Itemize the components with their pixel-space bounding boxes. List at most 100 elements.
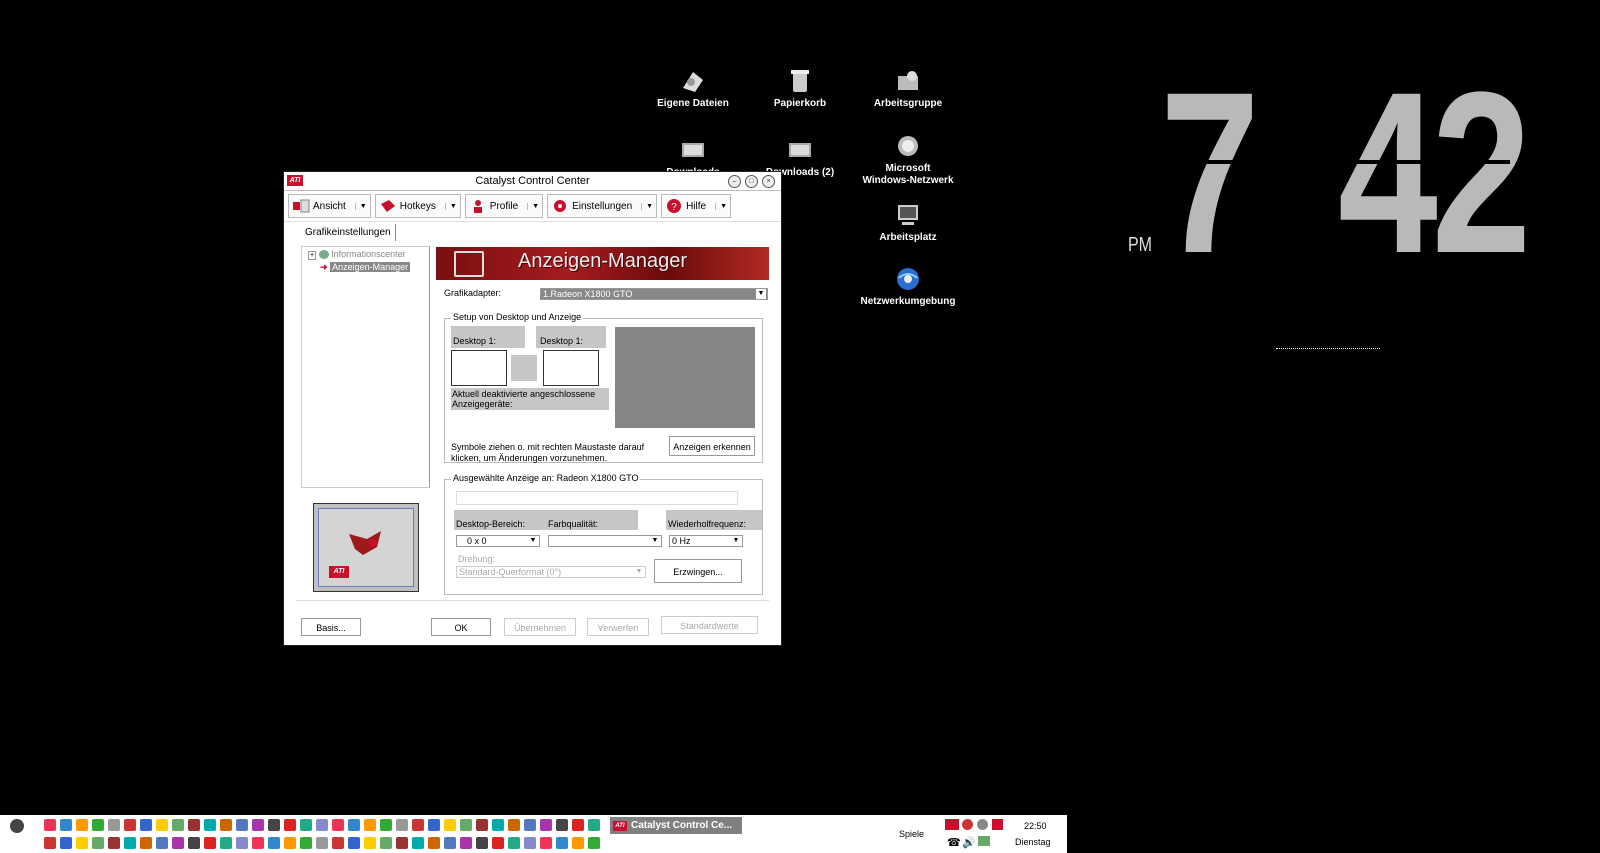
quicklaunch-icon[interactable] — [364, 837, 376, 849]
quicklaunch-icon[interactable] — [332, 837, 344, 849]
network-tray-icon[interactable] — [978, 836, 990, 846]
quicklaunch-icon[interactable] — [316, 819, 328, 831]
quicklaunch-icon[interactable] — [268, 819, 280, 831]
quicklaunch-icon[interactable] — [60, 819, 72, 831]
tray-icon[interactable] — [977, 819, 988, 830]
tray-icon[interactable] — [962, 819, 973, 830]
color-quality-select[interactable]: ▼ — [548, 535, 662, 547]
tray-time[interactable]: 22:50 — [1024, 821, 1047, 831]
quicklaunch-icon[interactable] — [444, 837, 456, 849]
desktop-icon-windows-netzwerk[interactable]: Microsoft Windows-Netzwerk — [853, 133, 963, 187]
quicklaunch-icon[interactable] — [316, 837, 328, 849]
basis-button[interactable]: Basis... — [301, 618, 361, 636]
quicklaunch-icon[interactable] — [44, 837, 56, 849]
close-icon[interactable]: × — [762, 175, 775, 188]
quicklaunch-icon[interactable] — [412, 837, 424, 849]
quicklaunch-icon[interactable] — [524, 819, 536, 831]
quicklaunch-icon[interactable] — [300, 837, 312, 849]
quicklaunch-icon[interactable] — [156, 819, 168, 831]
chevron-down-icon[interactable]: ▼ — [756, 289, 766, 299]
quicklaunch-icon[interactable] — [60, 837, 72, 849]
quicklaunch-icon[interactable] — [588, 837, 600, 849]
volume-icon[interactable]: 🔊 — [962, 836, 976, 849]
grafikadapter-select[interactable]: 1.Radeon X1800 GTO ▼ — [540, 288, 768, 300]
quicklaunch-icon[interactable] — [444, 819, 456, 831]
taskbar-item-catalyst[interactable]: ATI Catalyst Control Ce... — [610, 817, 742, 834]
quicklaunch-icon[interactable] — [492, 837, 504, 849]
quicklaunch-icon[interactable] — [204, 837, 216, 849]
tree-item-anzeigen-manager[interactable]: ➜ Anzeigen-Manager — [320, 262, 411, 273]
quicklaunch-icon[interactable] — [172, 837, 184, 849]
quicklaunch-icon[interactable] — [540, 819, 552, 831]
quicklaunch-icon[interactable] — [124, 837, 136, 849]
quicklaunch-icon[interactable] — [556, 837, 568, 849]
quicklaunch-icon[interactable] — [44, 819, 56, 831]
erzwingen-button[interactable]: Erzwingen... — [654, 559, 742, 583]
quicklaunch-icon[interactable] — [220, 819, 232, 831]
chevron-down-icon[interactable]: ▼ — [354, 202, 367, 210]
chevron-down-icon[interactable]: ▼ — [444, 202, 457, 210]
antivirus-icon[interactable] — [992, 819, 1003, 830]
tree-item-informationscenter[interactable]: + Informationscenter — [308, 249, 406, 260]
quicklaunch-icon[interactable] — [188, 837, 200, 849]
quicklaunch-icon[interactable] — [252, 837, 264, 849]
quicklaunch-icon[interactable] — [572, 837, 584, 849]
uebernehmen-button[interactable]: Übernehmen — [504, 618, 576, 636]
quicklaunch-icon[interactable] — [556, 819, 568, 831]
quicklaunch-icon[interactable] — [268, 837, 280, 849]
quicklaunch-icon[interactable] — [284, 819, 296, 831]
chevron-down-icon[interactable]: ▼ — [528, 536, 538, 546]
quicklaunch-icon[interactable] — [140, 837, 152, 849]
quicklaunch-icon[interactable] — [76, 837, 88, 849]
quicklaunch-icon[interactable] — [108, 819, 120, 831]
spiele-label[interactable]: Spiele — [899, 829, 924, 839]
desktop-2-slot[interactable] — [543, 350, 599, 386]
quicklaunch-icon[interactable] — [108, 837, 120, 849]
quicklaunch-icon[interactable] — [380, 819, 392, 831]
quicklaunch-icon[interactable] — [92, 819, 104, 831]
anzeigen-erkennen-button[interactable]: Anzeigen erkennen — [669, 436, 755, 456]
phone-icon[interactable]: ☎ — [947, 836, 961, 849]
quicklaunch-icon[interactable] — [76, 819, 88, 831]
quicklaunch-icon[interactable] — [428, 819, 440, 831]
quicklaunch-icon[interactable] — [332, 819, 344, 831]
quicklaunch-icon[interactable] — [508, 819, 520, 831]
desktop-1-slot[interactable] — [451, 350, 507, 386]
quicklaunch-icon[interactable] — [476, 819, 488, 831]
rotation-select[interactable]: Standard-Querformat (0°) ▼ — [456, 566, 646, 578]
chevron-down-icon[interactable]: ▼ — [527, 202, 539, 210]
ok-button[interactable]: OK — [431, 618, 491, 636]
quicklaunch-icon[interactable] — [412, 819, 424, 831]
desktop-area-select[interactable]: 0 x 0 ▼ — [456, 535, 540, 547]
desktop-icon-eigene-dateien[interactable]: Eigene Dateien — [638, 68, 748, 110]
verwerfen-button[interactable]: Verwerfen — [587, 618, 649, 636]
quicklaunch-icon[interactable] — [348, 837, 360, 849]
quicklaunch-icon[interactable] — [172, 819, 184, 831]
quicklaunch-icon[interactable] — [460, 837, 472, 849]
quicklaunch-icon[interactable] — [508, 837, 520, 849]
quicklaunch-icon[interactable] — [588, 819, 600, 831]
standardwerte-button[interactable]: Standardwerte — [661, 616, 758, 634]
tab-grafikeinstellungen[interactable]: Grafikeinstellungen — [301, 224, 396, 241]
tree-expander[interactable]: + — [308, 251, 317, 260]
quicklaunch-icon[interactable] — [396, 837, 408, 849]
quicklaunch-icon[interactable] — [140, 819, 152, 831]
quicklaunch-icon[interactable] — [156, 837, 168, 849]
chevron-down-icon[interactable]: ▼ — [634, 567, 644, 577]
quicklaunch-icon[interactable] — [300, 819, 312, 831]
quicklaunch-icon[interactable] — [428, 837, 440, 849]
refresh-rate-select[interactable]: 0 Hz ▼ — [669, 535, 743, 547]
quicklaunch-icon[interactable] — [92, 837, 104, 849]
desktop-icon-arbeitsplatz[interactable]: Arbeitsplatz — [853, 202, 963, 244]
window-titlebar[interactable]: ATI Catalyst Control Center – □ × — [284, 172, 781, 191]
desktop-icon-papierkorb[interactable]: Papierkorb — [745, 68, 855, 110]
quicklaunch-icon[interactable] — [204, 819, 216, 831]
hotkeys-button[interactable]: Hotkeys ▼ — [374, 194, 461, 218]
quicklaunch-icon[interactable] — [396, 819, 408, 831]
quicklaunch-icon[interactable] — [540, 837, 552, 849]
quicklaunch-icon[interactable] — [492, 819, 504, 831]
quicklaunch-icon[interactable] — [124, 819, 136, 831]
chevron-down-icon[interactable]: ▼ — [731, 536, 741, 546]
einstellungen-button[interactable]: Einstellungen ▼ — [547, 194, 658, 218]
quicklaunch-icon[interactable] — [252, 819, 264, 831]
